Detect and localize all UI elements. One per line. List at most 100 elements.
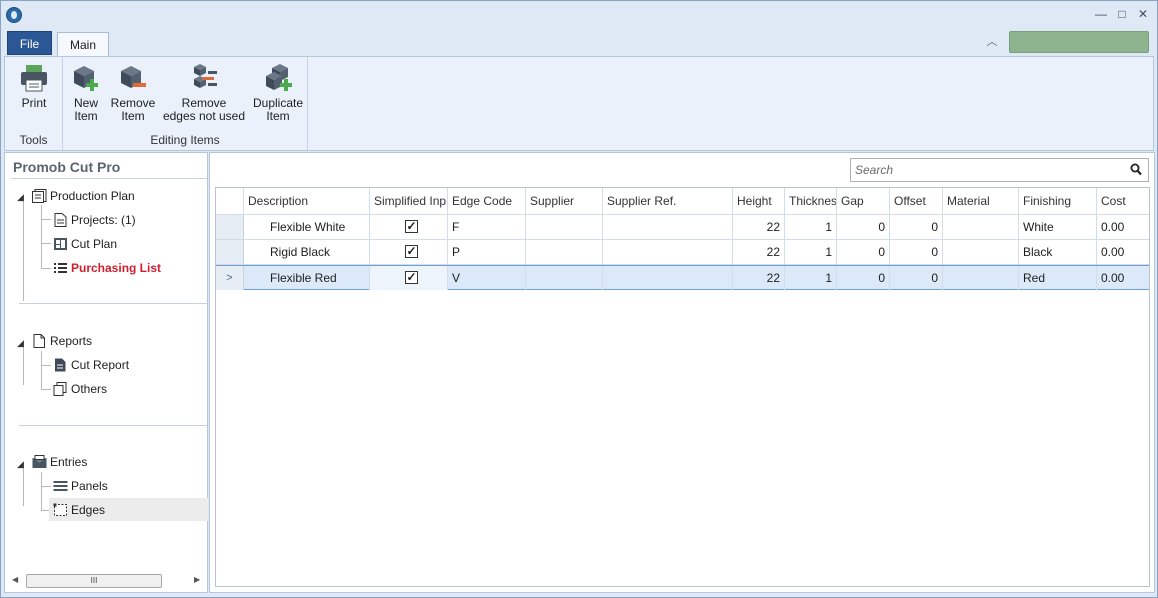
tree-item-purchasing-list[interactable]: Purchasing List <box>53 260 161 276</box>
tree-item-cut-report[interactable]: Cut Report <box>53 357 129 373</box>
column-header-simplified-input[interactable]: Simplified Inp <box>370 188 448 215</box>
production-plan-label: Production Plan <box>50 189 135 203</box>
cell-supplier[interactable] <box>526 240 603 264</box>
cell-description[interactable]: Rigid Black <box>244 240 370 264</box>
cell-finishing[interactable]: Black <box>1019 240 1097 264</box>
tree-item-reports[interactable]: Reports <box>32 333 92 349</box>
column-header-material[interactable]: Material <box>943 188 1019 215</box>
app-logo-icon[interactable] <box>6 7 22 23</box>
column-header-finishing[interactable]: Finishing <box>1019 188 1097 215</box>
row-header[interactable] <box>216 215 244 239</box>
cell-description[interactable]: Flexible White <box>244 215 370 239</box>
table-row[interactable]: Rigid Black ✓ P 22 1 0 0 Black 0.00 <box>216 240 1149 265</box>
tab-main[interactable]: Main <box>57 32 109 57</box>
cell-material[interactable] <box>943 240 1019 264</box>
cell-edge-code[interactable]: P <box>448 240 526 264</box>
cell-edge-code[interactable]: F <box>448 215 526 239</box>
cell-offset[interactable]: 0 <box>890 240 943 264</box>
column-header-supplier[interactable]: Supplier <box>526 188 603 215</box>
file-tab[interactable]: File <box>7 31 52 55</box>
checkbox-checked-icon[interactable]: ✓ <box>405 245 418 258</box>
cell-supplier-ref[interactable] <box>603 266 733 290</box>
cell-height[interactable]: 22 <box>733 215 785 239</box>
cell-cost[interactable]: 0.00 <box>1097 215 1149 239</box>
row-header-current[interactable]: > <box>216 266 244 290</box>
cell-offset[interactable]: 0 <box>890 266 943 290</box>
cell-thickness[interactable]: 1 <box>785 266 837 290</box>
group-label-editing-items: Editing Items <box>150 133 220 147</box>
group-tools: Print Tools <box>5 57 63 150</box>
scroll-left-icon[interactable]: ◀ <box>12 575 18 584</box>
cell-thickness[interactable]: 1 <box>785 215 837 239</box>
expand-reports-icon[interactable]: ◢ <box>17 338 24 349</box>
column-header-description[interactable]: Description <box>244 188 370 215</box>
cell-supplier-ref[interactable] <box>603 240 733 264</box>
new-item-icon <box>70 63 102 93</box>
cell-gap[interactable]: 0 <box>837 266 890 290</box>
search-icon[interactable] <box>1130 163 1142 177</box>
cell-simplified[interactable]: ✓ <box>370 215 448 239</box>
remove-item-button[interactable]: Remove Item <box>109 63 157 123</box>
cell-gap[interactable]: 0 <box>837 240 890 264</box>
print-button[interactable]: Print <box>12 63 56 110</box>
cell-thickness[interactable]: 1 <box>785 240 837 264</box>
minimize-button[interactable]: — <box>1093 6 1109 22</box>
cell-finishing[interactable]: White <box>1019 215 1097 239</box>
sidebar-horizontal-scrollbar[interactable]: ◀ III ▶ <box>10 573 204 590</box>
scrollbar-thumb[interactable]: III <box>26 574 162 588</box>
tree-item-others[interactable]: Others <box>53 381 107 397</box>
cell-offset[interactable]: 0 <box>890 215 943 239</box>
cell-material[interactable] <box>943 215 1019 239</box>
row-header[interactable] <box>216 240 244 264</box>
cell-gap[interactable]: 0 <box>837 215 890 239</box>
duplicate-item-icon <box>262 63 294 93</box>
tree-item-projects[interactable]: Projects: (1) <box>53 212 136 228</box>
tree-line <box>41 365 51 366</box>
reports-label: Reports <box>50 334 93 348</box>
scroll-right-icon[interactable]: ▶ <box>194 575 200 584</box>
production-plan-icon <box>32 189 47 203</box>
cell-height[interactable]: 22 <box>733 266 785 290</box>
column-header-edge-code[interactable]: Edge Code <box>448 188 526 215</box>
column-header-offset[interactable]: Offset <box>890 188 943 215</box>
tree-line <box>41 486 51 487</box>
tree-item-panels[interactable]: Panels <box>53 478 108 494</box>
tree-item-production-plan[interactable]: Production Plan <box>32 188 135 204</box>
expand-production-plan-icon[interactable]: ◢ <box>17 192 24 203</box>
new-item-button[interactable]: New Item <box>69 63 103 123</box>
table-row[interactable]: Flexible White ✓ F 22 1 0 0 White 0.00 <box>216 215 1149 240</box>
group-editing-items: New Item Remove Item Remove edges not us… <box>63 57 308 150</box>
cell-edge-code[interactable]: V <box>448 266 526 290</box>
cell-supplier-ref[interactable] <box>603 215 733 239</box>
table-row-selected[interactable]: > Flexible Red ✓ V 22 1 0 0 Red 0.00 <box>216 265 1149 290</box>
cell-simplified[interactable]: ✓ <box>370 240 448 264</box>
cell-supplier[interactable] <box>526 215 603 239</box>
close-button[interactable]: ✕ <box>1135 6 1151 22</box>
tree-item-cut-plan[interactable]: Cut Plan <box>53 236 117 252</box>
checkbox-checked-icon[interactable]: ✓ <box>405 271 418 284</box>
cell-simplified[interactable]: ✓ <box>370 266 448 290</box>
cell-cost[interactable]: 0.00 <box>1097 266 1149 290</box>
cell-supplier[interactable] <box>526 266 603 290</box>
others-icon <box>53 382 68 396</box>
column-header-height[interactable]: Height <box>733 188 785 215</box>
remove-edges-button[interactable]: Remove edges not used <box>161 63 247 123</box>
cut-report-icon <box>53 358 68 372</box>
tree-item-edges[interactable]: Edges <box>53 502 105 518</box>
search-input[interactable]: Search <box>850 158 1149 182</box>
cell-material[interactable] <box>943 266 1019 290</box>
tree-item-entries[interactable]: Entries <box>32 454 87 470</box>
collapse-ribbon-icon[interactable]: ︿ <box>983 35 1001 49</box>
column-header-cost[interactable]: Cost <box>1097 188 1149 215</box>
cell-cost[interactable]: 0.00 <box>1097 240 1149 264</box>
column-header-gap[interactable]: Gap <box>837 188 890 215</box>
expand-entries-icon[interactable]: ◢ <box>17 459 24 470</box>
cell-description[interactable]: Flexible Red <box>244 266 370 290</box>
column-header-supplier-ref[interactable]: Supplier Ref. <box>603 188 733 215</box>
column-header-thickness[interactable]: Thicknes <box>785 188 837 215</box>
maximize-button[interactable]: □ <box>1114 6 1130 22</box>
checkbox-checked-icon[interactable]: ✓ <box>405 220 418 233</box>
duplicate-item-button[interactable]: Duplicate Item <box>251 63 305 123</box>
cell-finishing[interactable]: Red <box>1019 266 1097 290</box>
cell-height[interactable]: 22 <box>733 240 785 264</box>
